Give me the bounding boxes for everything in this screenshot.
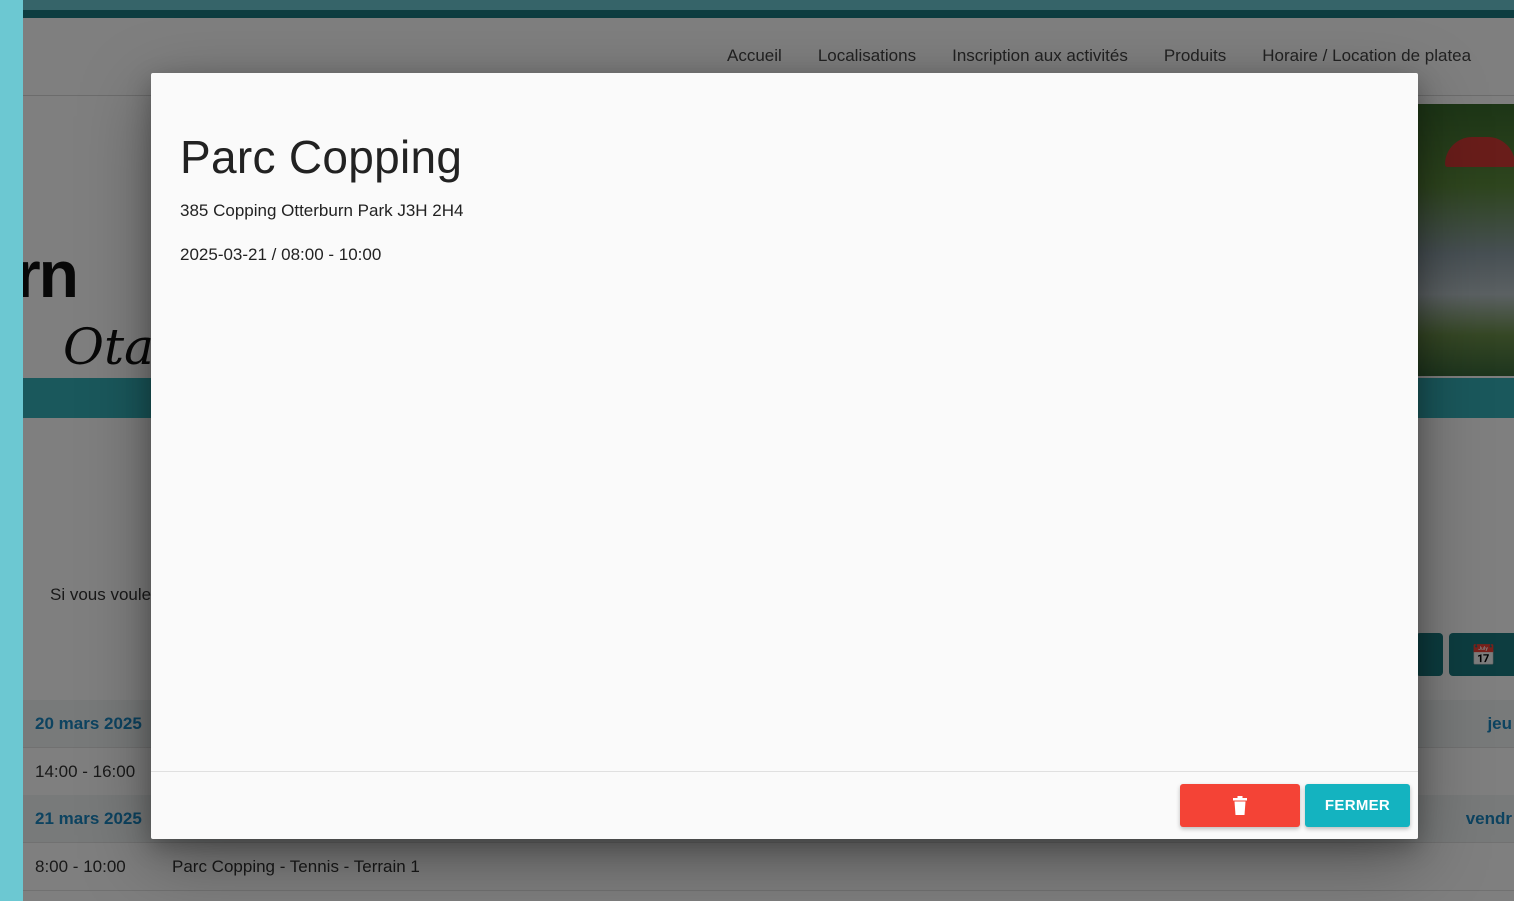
dialog-title: Parc Copping [180, 131, 463, 183]
trash-icon [1233, 795, 1247, 815]
dialog-datetime: 2025-03-21 / 08:00 - 10:00 [180, 245, 382, 264]
dialog-content: Parc Copping 385 Copping Otterburn Park … [151, 73, 1418, 771]
delete-button[interactable] [1180, 784, 1300, 827]
dialog-footer: FERMER [151, 771, 1418, 839]
dialog-address: 385 Copping Otterburn Park J3H 2H4 [180, 201, 464, 220]
reservation-dialog: Parc Copping 385 Copping Otterburn Park … [151, 73, 1418, 839]
close-button[interactable]: FERMER [1305, 784, 1410, 827]
